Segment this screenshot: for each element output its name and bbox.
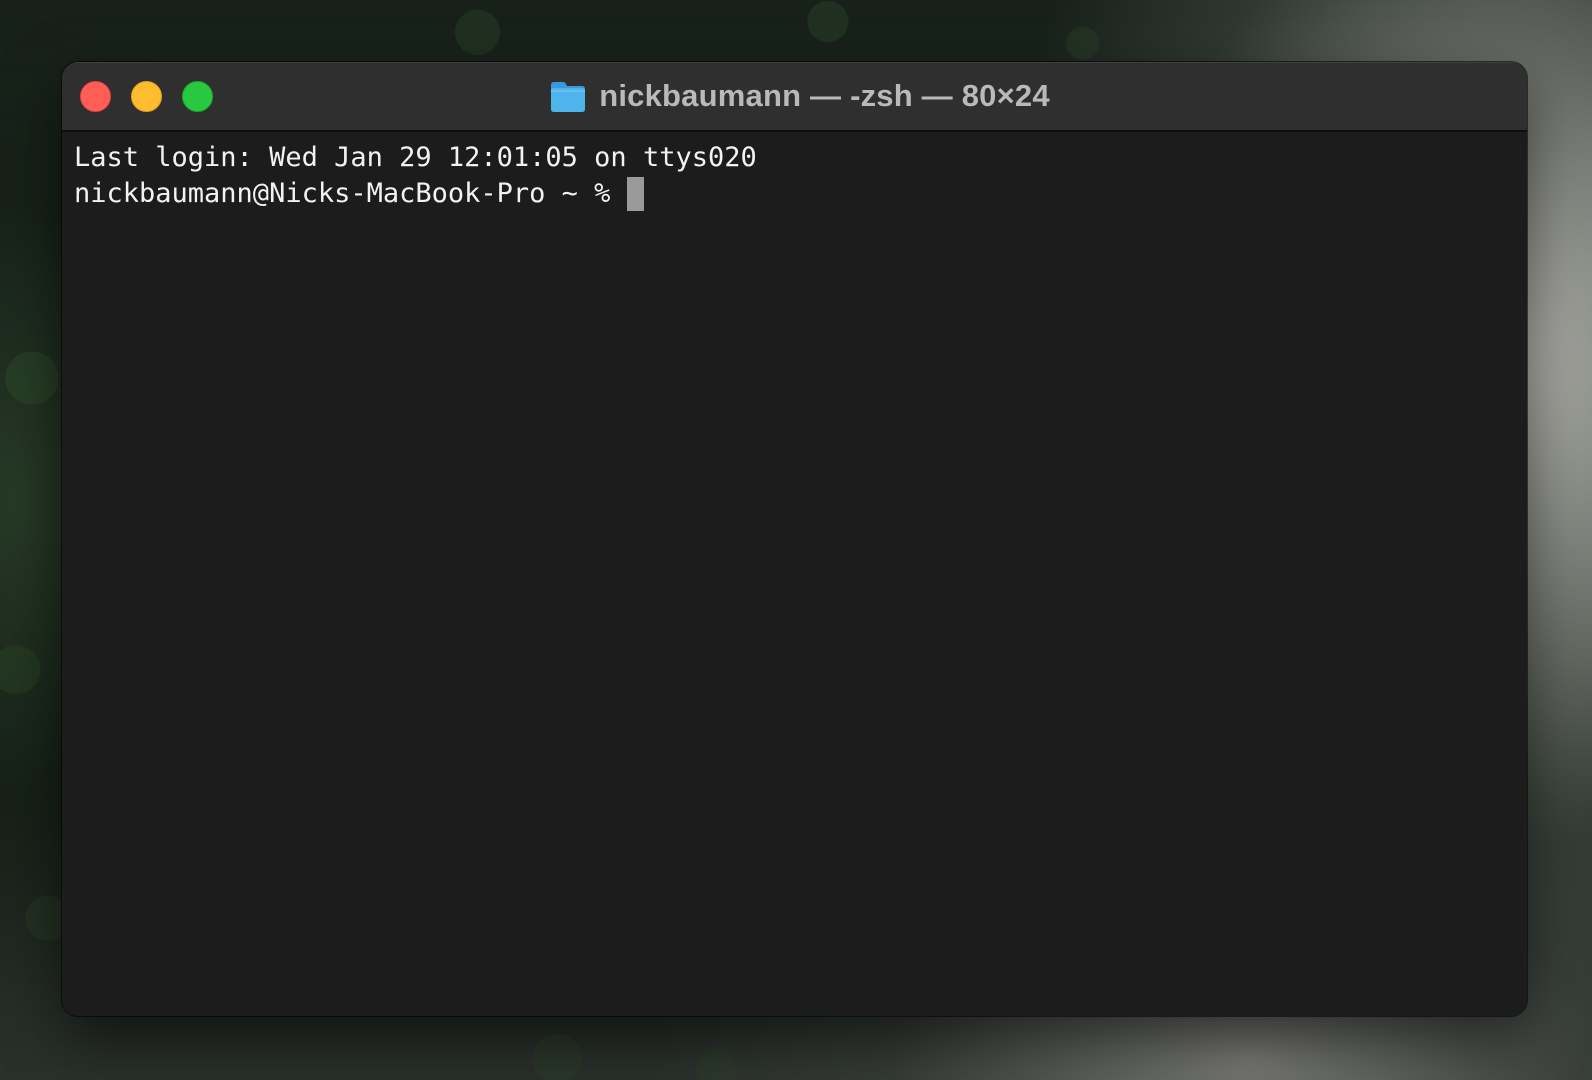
window-title: nickbaumann — -zsh — 80×24 — [599, 78, 1050, 113]
folder-icon — [551, 82, 586, 112]
terminal-window[interactable]: nickbaumann — -zsh — 80×24 Last login: W… — [62, 62, 1527, 1016]
prompt-line[interactable]: nickbaumann@Nicks-MacBook-Pro ~ % — [74, 176, 1515, 212]
title-bar[interactable]: nickbaumann — -zsh — 80×24 — [62, 62, 1527, 132]
terminal-output[interactable]: Last login: Wed Jan 29 12:01:05 on ttys0… — [62, 132, 1527, 1016]
text-cursor — [626, 177, 644, 211]
window-title-group: nickbaumann — -zsh — 80×24 — [62, 62, 1527, 130]
shell-prompt: nickbaumann@Nicks-MacBook-Pro ~ % — [74, 178, 627, 209]
last-login-line: Last login: Wed Jan 29 12:01:05 on ttys0… — [74, 142, 757, 173]
